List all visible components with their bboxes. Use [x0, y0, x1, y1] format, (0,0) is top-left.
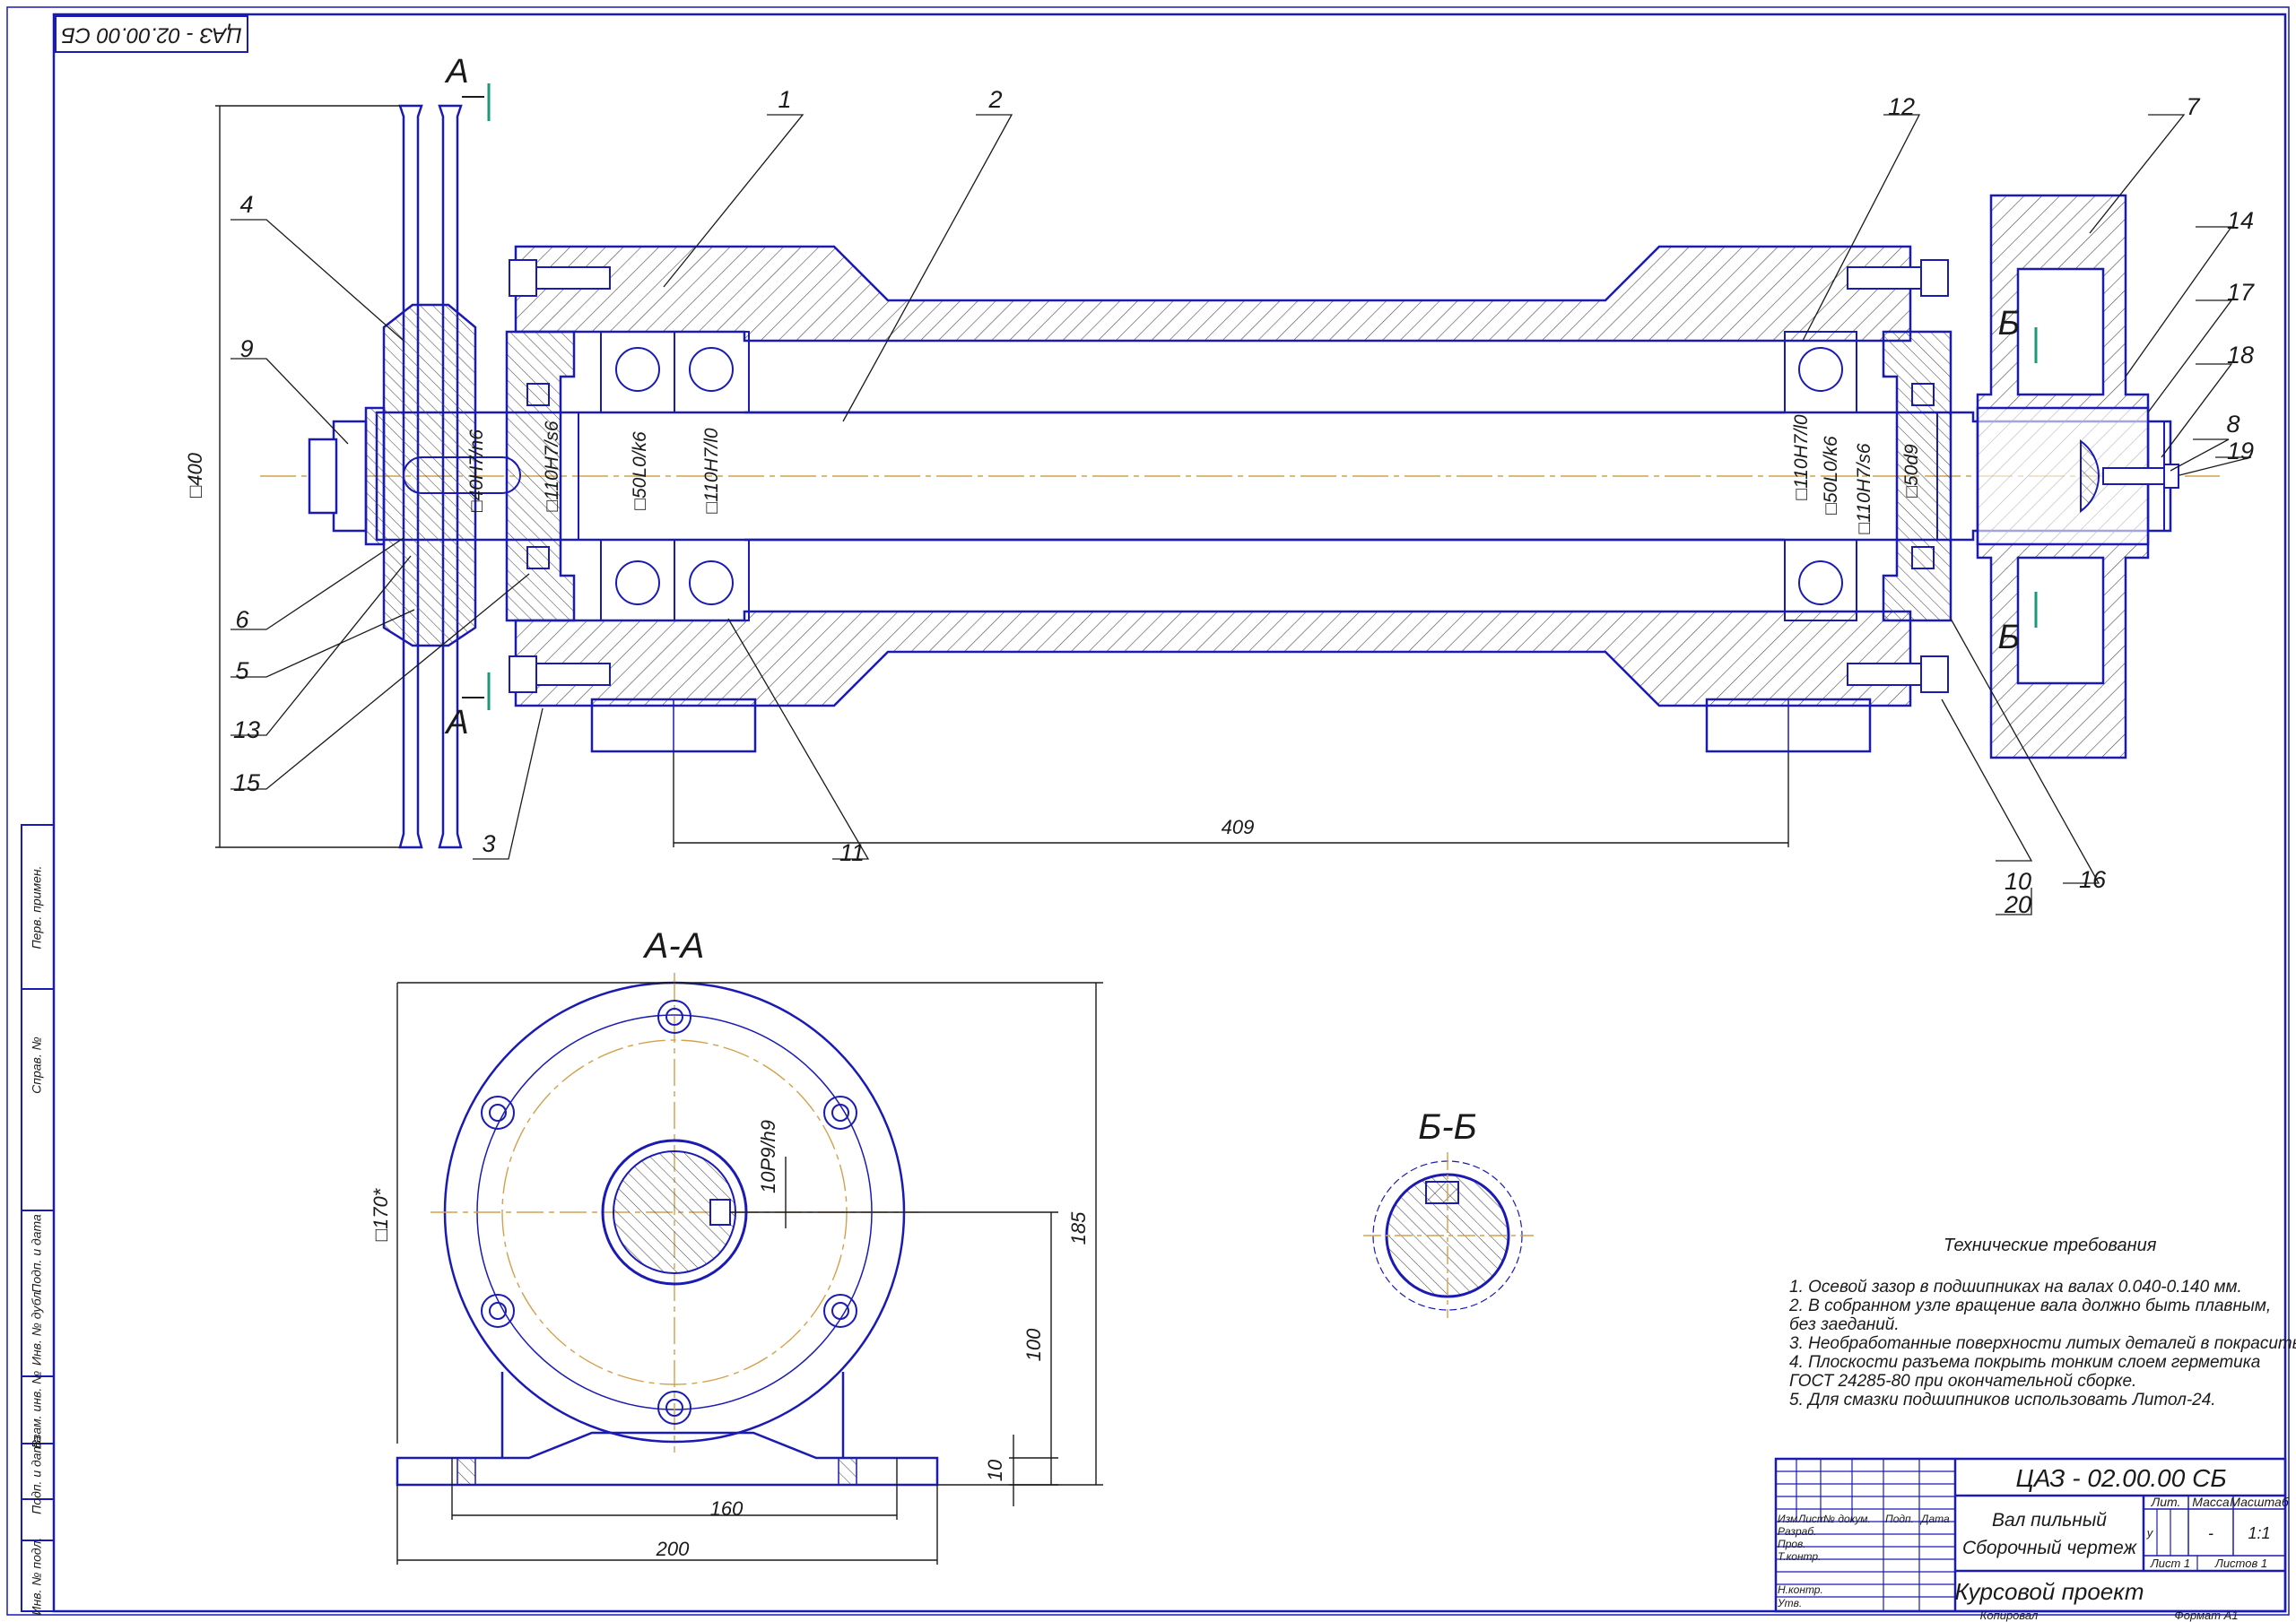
corner-code: ЦАЗ - 02.00.00 СБ	[61, 23, 242, 48]
callout-12: 12	[1888, 93, 1915, 120]
callout-4: 4	[239, 191, 253, 218]
tb-row-nkontr: Н.контр.	[1778, 1583, 1823, 1596]
tb-doc-type: Сборочный чертеж	[1962, 1538, 2138, 1558]
tb-row-utv: Утв.	[1777, 1597, 1802, 1609]
housing-top	[514, 245, 1912, 343]
fit-110l0-left: □110H7/l0	[701, 428, 722, 514]
tb-lit: Лит.	[2151, 1495, 2181, 1509]
callout-6: 6	[235, 606, 249, 633]
cut-label-a-bottom: А	[444, 704, 468, 742]
main-view: А А Б Б □400 409 □40H7/n6 □110H7/s6 □50L…	[184, 53, 2220, 849]
callout-11: 11	[839, 839, 865, 866]
dim-400-label: □400	[184, 452, 206, 498]
title-block-text: ЦАЗ - 02.00.00 СБ Вал пильный Сборочный …	[1777, 1464, 2290, 1622]
fit-110s6-right: □110H7/s6	[1854, 443, 1874, 533]
tb-lit-val: у	[2146, 1526, 2154, 1540]
dim-10-label: 10	[984, 1459, 1006, 1481]
tb-sheets: Листов 1	[2214, 1557, 2267, 1570]
corner-code-box: ЦАЗ - 02.00.00 СБ	[55, 15, 248, 53]
dim-100-label: 100	[1022, 1328, 1045, 1361]
tech-req-line: 1. Осевой зазор в подшипниках на валах 0…	[1789, 1278, 2242, 1297]
tech-req-line: ГОСТ 24285-80 при окончательной сборке.	[1789, 1372, 2137, 1391]
tb-project: Курсовой проект	[1954, 1578, 2144, 1605]
tb-row-tkontr: Т.контр.	[1778, 1550, 1821, 1563]
callout-1: 1	[778, 86, 791, 113]
cut-label-b-top: Б	[1998, 305, 2021, 343]
tb-scale-val: 1:1	[2248, 1524, 2270, 1542]
key-bb	[1425, 1181, 1459, 1204]
tech-req-title: Технические требования	[1944, 1236, 2157, 1255]
callout-17: 17	[2227, 279, 2255, 306]
tb-col-sign: Подп.	[1885, 1513, 1914, 1525]
left-bearings	[600, 331, 750, 621]
tech-req-line: без заеданий.	[1789, 1315, 1900, 1334]
fit-40: □40H7/n6	[466, 429, 487, 512]
callout-19: 19	[2227, 438, 2254, 464]
tb-row-prov: Пров.	[1778, 1538, 1806, 1550]
tech-req-line: 5. Для смазки подшипников использовать Л…	[1789, 1391, 2216, 1409]
fit-50k6-left: □50L0/k6	[630, 431, 650, 510]
tb-col-list: Лист	[1797, 1513, 1826, 1525]
callout-16: 16	[2079, 866, 2107, 893]
tb-col-doc: № докум.	[1823, 1513, 1871, 1525]
callout-14: 14	[2227, 207, 2254, 234]
stamp-perv: Перв. примен.	[30, 865, 44, 949]
callout-8: 8	[2226, 411, 2239, 438]
end-bolt	[2102, 467, 2167, 485]
cut-label-a-top: А	[444, 53, 468, 91]
tech-requirements: Технические требования 1. Осевой зазор в…	[1789, 1236, 2296, 1424]
section-bb-view: Б-Б	[1363, 1107, 1534, 1318]
fit-50k6-right: □50L0/k6	[1821, 436, 1841, 515]
callout-18: 18	[2227, 342, 2254, 369]
stamp-podp2: Подп. и дата	[30, 1436, 44, 1514]
stamp-inv-podl: Инв. № подл.	[30, 1538, 44, 1616]
dim-200-label: 200	[656, 1538, 690, 1560]
tb-format: Формат А1	[2174, 1609, 2238, 1622]
tb-masshtab: Масштаб	[2230, 1495, 2290, 1509]
dim-409-label: 409	[1222, 816, 1255, 838]
tb-row-razrab: Разраб.	[1778, 1525, 1816, 1538]
section-bb-title: Б-Б	[1418, 1107, 1476, 1147]
tech-req-line: 2. В собранном узле вращение вала должно…	[1789, 1297, 2272, 1315]
fit-110l0-right: □110H7/l0	[1791, 414, 1812, 500]
callout-15: 15	[233, 769, 261, 796]
stamp-inv-dubl: Инв. № дубл.	[30, 1288, 44, 1366]
tb-massa-val: -	[2208, 1524, 2213, 1542]
callout-13: 13	[233, 716, 260, 743]
housing-bottom	[514, 610, 1912, 707]
dim-185-label: 185	[1067, 1211, 1090, 1245]
cut-label-b-bottom: Б	[1998, 619, 2021, 656]
fit-key: 10P9/h9	[757, 1120, 779, 1193]
tb-col-izm: Изм	[1778, 1513, 1797, 1525]
tb-code: ЦАЗ - 02.00.00 СБ	[2015, 1464, 2226, 1492]
tb-sheet: Лист 1	[2150, 1557, 2190, 1570]
callout-7: 7	[2186, 93, 2200, 120]
stamp-sprav: Справ. №	[30, 1037, 44, 1094]
tb-massa: Масса	[2192, 1495, 2230, 1509]
tb-col-date: Дата	[1919, 1513, 1950, 1525]
dim-170-label: □170*	[370, 1187, 392, 1241]
callout-3: 3	[482, 830, 495, 857]
callout-9: 9	[239, 335, 253, 362]
key-slot	[709, 1199, 731, 1226]
blade-nut	[308, 406, 386, 546]
callout-5: 5	[235, 657, 249, 684]
callout-20: 20	[2004, 891, 2031, 918]
fit-110s6-left: □110H7/s6	[542, 421, 562, 511]
tech-req-line: 3. Необработанные поверхности литых дета…	[1789, 1334, 2296, 1353]
tb-name: Вал пильный	[1992, 1510, 2107, 1531]
section-aa-view: А-А □170* 185 100 10 160 200 10P9/h9	[370, 926, 1103, 1565]
section-aa-title: А-А	[643, 926, 705, 966]
tb-copied: Копировал	[1980, 1609, 2039, 1622]
stamp-podp1: Подп. и дата	[30, 1214, 44, 1293]
fit-50d9: □50d9	[1901, 444, 1922, 498]
tech-req-line: 4. Плоскости разъема покрыть тонким слое…	[1789, 1353, 2261, 1372]
callout-2: 2	[987, 86, 1002, 113]
dim-160-label: 160	[710, 1497, 744, 1520]
